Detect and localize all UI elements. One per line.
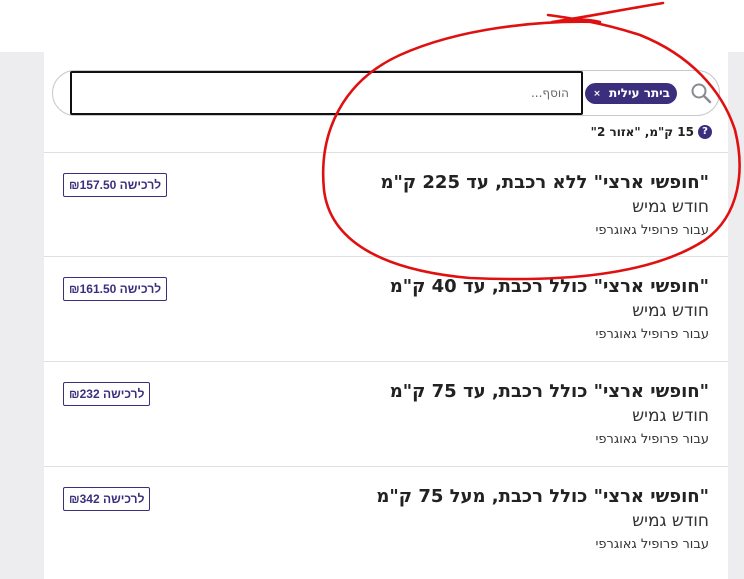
help-icon[interactable]: ? [698,125,712,139]
add-location-input[interactable] [70,71,583,115]
zone-info: ? 15 ק"מ, "אזור 2" [591,122,712,142]
buy-button[interactable]: לרכישה ₪342 [63,487,151,511]
product-title: "חופשי ארצי" כולל רכבת, עד 40 ק"מ [389,276,709,297]
product-title: "חופשי ארצי" כולל רכבת, מעל 75 ק"מ [376,486,709,507]
location-chip[interactable]: ביתר עילית × [585,83,677,104]
product-card: "חופשי ארצי" כולל רכבת, מעל 75 ק"מ חודש … [44,466,728,570]
product-title: "חופשי ארצי" ללא רכבת, עד 225 ק"מ [380,172,709,193]
product-card: "חופשי ארצי" כולל רכבת, עד 40 ק"מ חודש ג… [44,256,728,360]
buy-button[interactable]: לרכישה ₪232 [63,382,151,406]
search-icon[interactable] [689,81,713,105]
product-period: חודש גמיש [632,301,709,321]
product-profile: עבור פרופיל גאוגרפי [595,223,709,238]
buy-button[interactable]: לרכישה ₪157.50 [63,173,168,197]
product-card: "חופשי ארצי" ללא רכבת, עד 225 ק"מ חודש ג… [44,152,728,256]
zone-info-text: 15 ק"מ, "אזור 2" [590,125,694,139]
results-panel: ביתר עילית × ? 15 ק"מ, "אזור 2" "חופשי א… [44,52,728,579]
product-period: חודש גמיש [632,511,709,531]
buy-button[interactable]: לרכישה ₪161.50 [63,277,168,301]
product-title: "חופשי ארצי" כולל רכבת, עד 75 ק"מ [389,381,709,402]
product-period: חודש גמיש [632,197,709,217]
location-search-bar[interactable]: ביתר עילית × [52,70,720,116]
product-card: "חופשי ארצי" כולל רכבת, עד 75 ק"מ חודש ג… [44,361,728,465]
product-profile: עבור פרופיל גאוגרפי [595,327,709,342]
chip-remove-icon[interactable]: × [593,89,601,99]
product-period: חודש גמיש [632,406,709,426]
product-profile: עבור פרופיל גאוגרפי [595,537,709,552]
location-chip-label: ביתר עילית [609,86,670,100]
product-profile: עבור פרופיל גאוגרפי [595,432,709,447]
